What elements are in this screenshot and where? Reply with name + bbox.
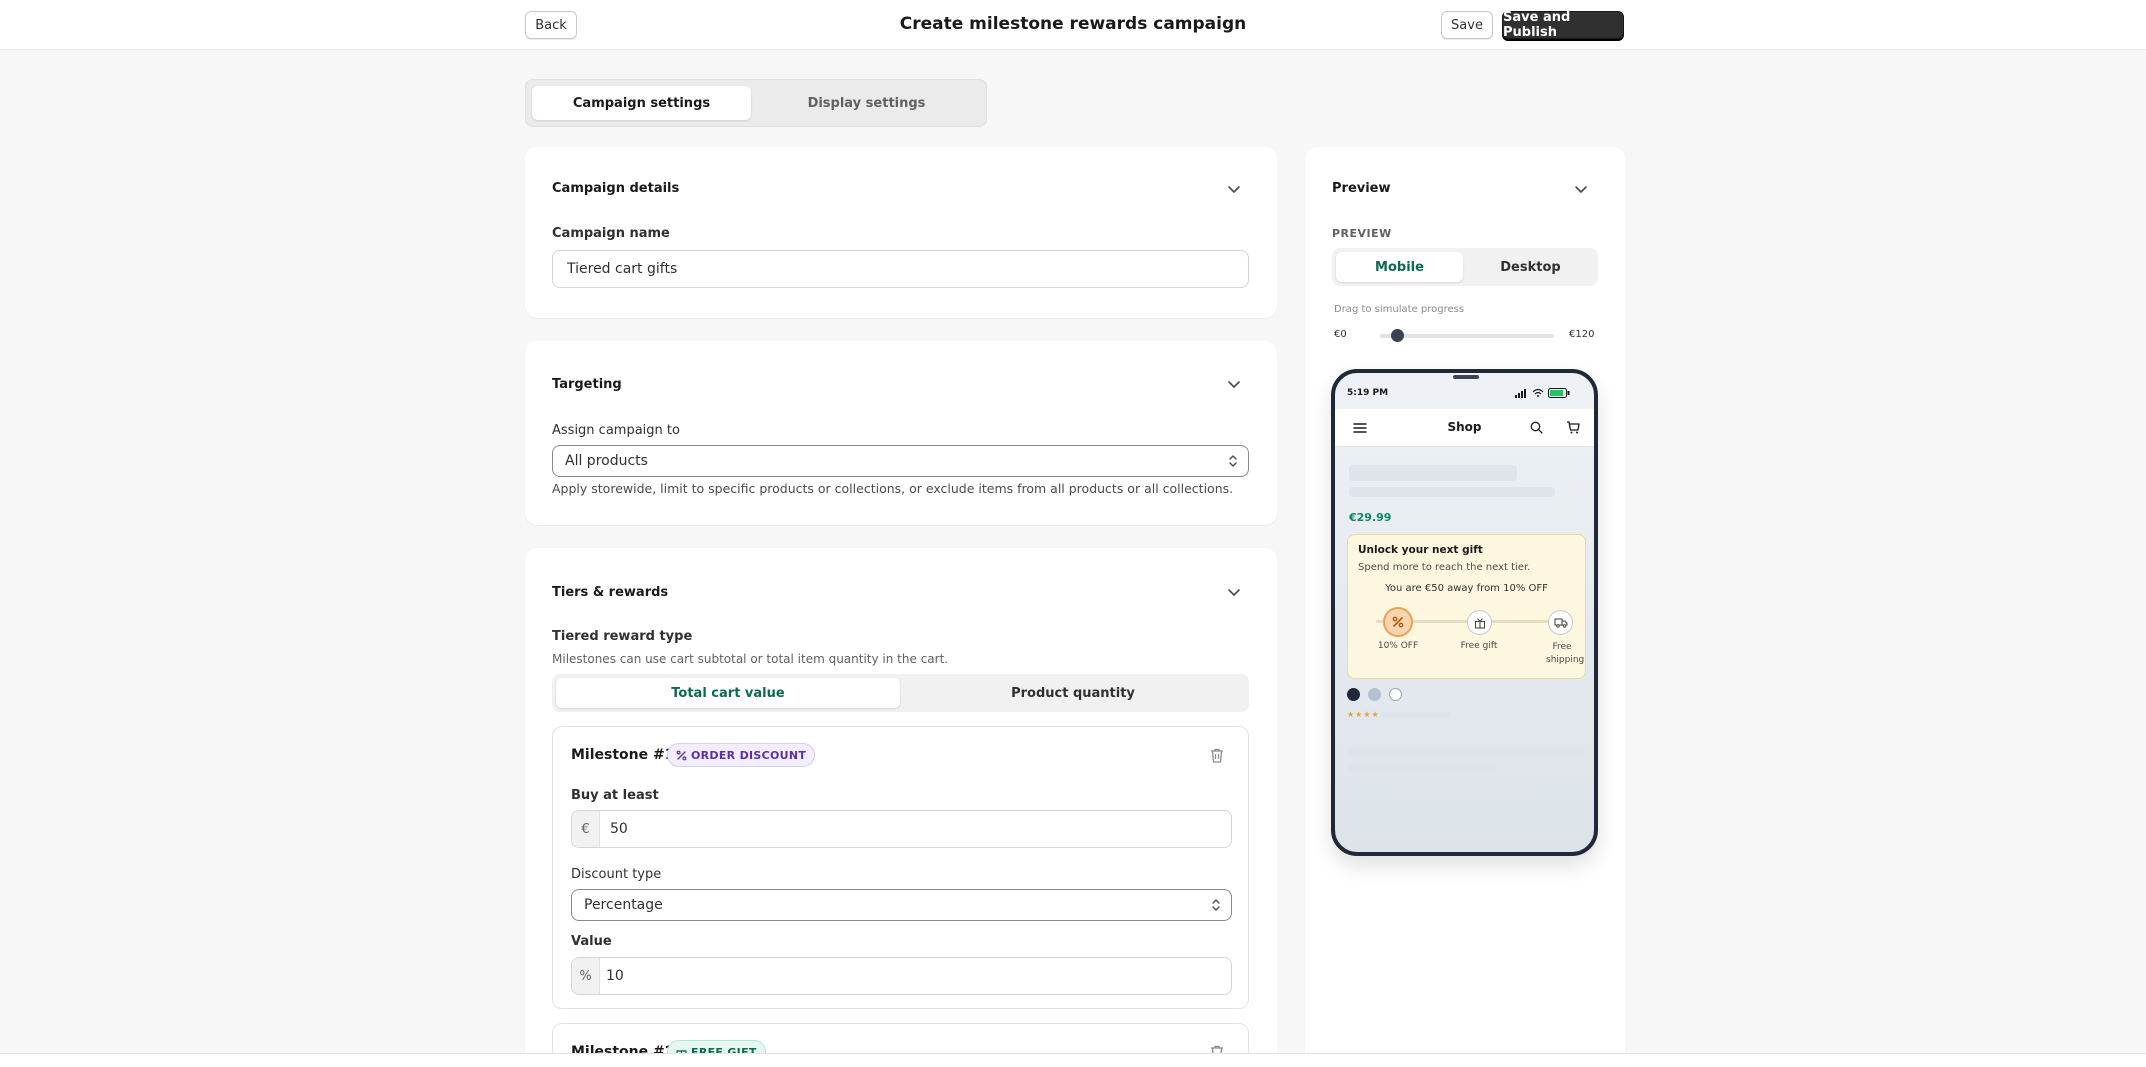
- option-total-cart-value[interactable]: Total cart value: [556, 678, 900, 708]
- currency-prefix: €: [572, 811, 600, 847]
- slider-max-label: €120: [1569, 329, 1595, 340]
- assign-campaign-select[interactable]: All products: [552, 445, 1249, 477]
- tier-step-3: [1548, 610, 1573, 635]
- percent-icon: [676, 750, 687, 760]
- percent-prefix: %: [572, 958, 600, 994]
- campaign-name-value: Tiered cart gifts: [567, 261, 678, 277]
- shop-header: Shop: [1335, 409, 1594, 447]
- select-arrows-icon: [1212, 899, 1220, 911]
- skeleton-line: [1347, 748, 1586, 756]
- wifi-icon: [1532, 388, 1544, 397]
- phone-time: 5:19 PM: [1347, 388, 1389, 398]
- campaign-details-title: Campaign details: [552, 181, 680, 196]
- cart-icon[interactable]: [1566, 421, 1580, 434]
- percent-icon: [1392, 616, 1404, 628]
- widget-subtitle: Spend more to reach the next tier.: [1358, 562, 1531, 573]
- discount-type-select[interactable]: Percentage: [571, 889, 1232, 921]
- order-discount-badge: ORDER DISCOUNT: [667, 743, 816, 767]
- value-value: 10: [606, 968, 624, 984]
- phone-notch: [1453, 375, 1479, 379]
- discount-type-label: Discount type: [571, 867, 662, 882]
- campaign-name-label: Campaign name: [552, 226, 670, 241]
- product-price: €29.99: [1349, 511, 1392, 524]
- tab-campaign-settings[interactable]: Campaign settings: [532, 86, 751, 120]
- battery-icon: [1548, 388, 1570, 398]
- tab-display-settings[interactable]: Display settings: [757, 86, 976, 120]
- option-product-quantity[interactable]: Product quantity: [901, 678, 1245, 708]
- tiers-rewards-title: Tiers & rewards: [552, 585, 669, 600]
- tier-label-1: 10% OFF: [1377, 641, 1419, 651]
- buy-at-least-input[interactable]: € 50: [571, 810, 1232, 848]
- tier-step-2: [1467, 610, 1492, 635]
- chevron-down-icon[interactable]: [1574, 182, 1588, 196]
- tier-step-1: [1383, 607, 1413, 637]
- device-toggle: Mobile Desktop: [1332, 248, 1598, 286]
- campaign-name-input[interactable]: Tiered cart gifts: [552, 250, 1249, 288]
- select-arrows-icon: [1229, 455, 1237, 467]
- widget-progress-text: You are €50 away from 10% OFF: [1385, 583, 1548, 594]
- slider-min-label: €0: [1334, 329, 1347, 340]
- buy-at-least-label: Buy at least: [571, 788, 659, 803]
- swatch-dark[interactable]: [1347, 688, 1360, 701]
- progress-slider-track[interactable]: [1380, 334, 1554, 338]
- rating-stars: ★★★★: [1347, 710, 1380, 719]
- preview-title: Preview: [1332, 181, 1391, 196]
- option-desktop[interactable]: Desktop: [1467, 252, 1594, 282]
- value-label: Value: [571, 934, 612, 949]
- value-input[interactable]: % 10: [571, 957, 1232, 995]
- milestone-card-1: Milestone #1 ORDER DISCOUNT Buy at least…: [552, 726, 1249, 1009]
- preview-section-label: PREVIEW: [1332, 227, 1392, 240]
- tier-label-2: Free gift: [1460, 641, 1498, 651]
- order-discount-badge-label: ORDER DISCOUNT: [691, 748, 807, 762]
- option-mobile[interactable]: Mobile: [1336, 252, 1463, 282]
- shop-title: Shop: [1447, 420, 1482, 434]
- discount-type-value: Percentage: [584, 897, 663, 913]
- skeleton-rating: [1381, 712, 1451, 718]
- bottom-bar: [0, 1053, 2146, 1067]
- signal-icon: [1515, 389, 1526, 398]
- skeleton-line: [1347, 764, 1497, 772]
- assign-campaign-value: All products: [565, 453, 648, 469]
- campaign-details-card: Campaign details Campaign name Tiered ca…: [525, 147, 1277, 318]
- milestone-1-title: Milestone #1: [571, 747, 675, 763]
- swatch-white[interactable]: [1389, 688, 1402, 701]
- targeting-card: Targeting Assign campaign to All product…: [525, 341, 1277, 525]
- progress-slider-handle[interactable]: [1391, 329, 1405, 342]
- settings-tabs: Campaign settings Display settings: [525, 79, 987, 127]
- phone-preview: 5:19 PM Shop €29.99 Unlock your next gif…: [1331, 369, 1598, 856]
- tiered-reward-type-label: Tiered reward type: [552, 629, 693, 644]
- swatch-grey[interactable]: [1368, 688, 1381, 701]
- skeleton-title: [1349, 465, 1517, 481]
- chevron-down-icon[interactable]: [1227, 377, 1241, 391]
- drag-hint: Drag to simulate progress: [1334, 304, 1465, 315]
- trash-icon[interactable]: [1209, 747, 1225, 764]
- page-title: Create milestone rewards campaign: [899, 14, 1247, 34]
- tiers-rewards-card: Tiers & rewards Tiered reward type Miles…: [525, 548, 1277, 1067]
- targeting-help: Apply storewide, limit to specific produ…: [552, 481, 1234, 496]
- save-button[interactable]: Save: [1441, 11, 1493, 39]
- top-bar: Back Create milestone rewards campaign S…: [0, 0, 2146, 50]
- buy-at-least-value: 50: [610, 821, 628, 837]
- targeting-title: Targeting: [552, 377, 622, 392]
- gift-icon: [1474, 617, 1485, 629]
- chevron-down-icon[interactable]: [1227, 585, 1241, 599]
- tier-label-3: Free shipping: [1546, 642, 1585, 665]
- widget-title: Unlock your next gift: [1358, 544, 1483, 556]
- assign-campaign-label: Assign campaign to: [552, 423, 680, 438]
- reward-type-segmented-control: Total cart value Product quantity: [552, 674, 1249, 712]
- truck-icon: [1553, 618, 1568, 628]
- search-icon[interactable]: [1530, 421, 1543, 434]
- skeleton-line: [1349, 487, 1555, 497]
- rewards-widget: Unlock your next gift Spend more to reac…: [1347, 534, 1586, 679]
- tiered-reward-type-help: Milestones can use cart subtotal or tota…: [552, 652, 949, 666]
- save-and-publish-button[interactable]: Save and Publish: [1502, 10, 1624, 40]
- chevron-down-icon[interactable]: [1227, 182, 1241, 196]
